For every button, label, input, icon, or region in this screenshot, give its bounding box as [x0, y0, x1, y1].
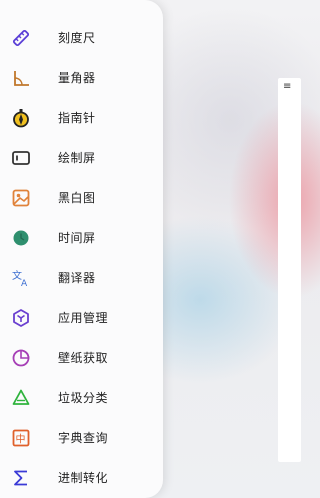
- main-content-panel: ≡: [278, 78, 301, 462]
- app-manage-icon: [11, 308, 31, 328]
- clock-icon: [11, 228, 31, 248]
- svg-text:中: 中: [16, 433, 26, 446]
- drawer-item-clock-screen[interactable]: 时间屏: [0, 218, 163, 258]
- dictionary-icon: 中: [11, 428, 31, 448]
- drawer-item-translator[interactable]: 文A 翻译器: [0, 258, 163, 298]
- drawer-item-label: 翻译器: [58, 271, 96, 285]
- drawer-item-label: 指南针: [58, 111, 96, 125]
- wallpaper-icon: [11, 348, 31, 368]
- drawer-item-label: 时间屏: [58, 231, 96, 245]
- drawer-item-label: 量角器: [58, 71, 96, 85]
- drawer-item-label: 垃圾分类: [58, 391, 109, 405]
- protractor-icon: [11, 68, 31, 88]
- drawer-item-drawing-screen[interactable]: 绘制屏: [0, 138, 163, 178]
- drawer-item-wallpaper[interactable]: 壁纸获取: [0, 338, 163, 378]
- compass-icon: [11, 108, 31, 128]
- drawer-item-compass[interactable]: 指南针: [0, 98, 163, 138]
- drawer-item-protractor[interactable]: 量角器: [0, 58, 163, 98]
- drawer-item-label: 进制转化: [58, 471, 109, 485]
- translate-icon: 文A: [11, 268, 31, 288]
- drawer-item-app-management[interactable]: 应用管理: [0, 298, 163, 338]
- drawer-item-label: 应用管理: [58, 311, 109, 325]
- drawer-item-label: 壁纸获取: [58, 351, 109, 365]
- menu-icon[interactable]: ≡: [283, 82, 291, 92]
- drawing-screen-icon: [11, 148, 31, 168]
- sigma-icon: [11, 468, 31, 488]
- navigation-drawer: 刻度尺 量角器 指南针 绘制屏 黑白图 时间屏 文A 翻译器 应用管理 壁纸获取…: [0, 0, 163, 498]
- image-icon: [11, 188, 31, 208]
- drawer-item-base-conversion[interactable]: 进制转化: [0, 458, 163, 498]
- drawer-item-label: 黑白图: [58, 191, 96, 205]
- drawer-item-black-white-image[interactable]: 黑白图: [0, 178, 163, 218]
- drawer-item-label: 字典查询: [58, 431, 109, 445]
- drawer-item-label: 刻度尺: [58, 31, 96, 45]
- drawer-item-dictionary[interactable]: 中 字典查询: [0, 418, 163, 458]
- drawer-item-garbage-sorting[interactable]: 垃圾分类: [0, 378, 163, 418]
- drawer-item-label: 绘制屏: [58, 151, 96, 165]
- drawer-item-ruler[interactable]: 刻度尺: [0, 18, 163, 58]
- recycle-icon: [11, 388, 31, 408]
- ruler-icon: [11, 28, 31, 48]
- svg-text:A: A: [21, 279, 28, 288]
